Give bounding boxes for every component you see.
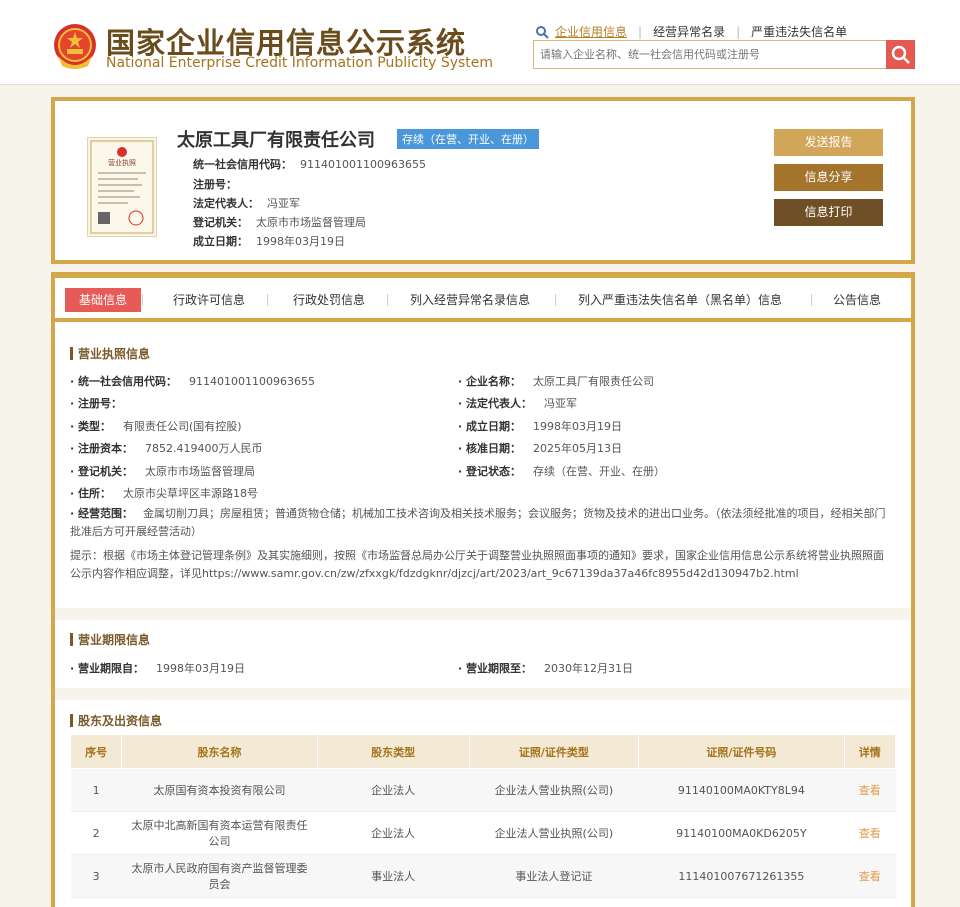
col-holder-type: 股东类型 [316, 734, 470, 769]
nav-separator: | [638, 24, 643, 39]
field-founded-date: · 成立日期： 1998年03月19日 [458, 420, 623, 433]
tab-bar: 基础信息 行政许可信息 行政处罚信息 列入经营异常名录信息 列入严重违法失信名单… [55, 278, 911, 322]
tab-admin-license[interactable]: 行政许可信息 [159, 288, 259, 312]
field-legal-rep: · 法定代表人： 冯亚军 [458, 397, 578, 410]
detail-panel: 基础信息 行政许可信息 行政处罚信息 列入经营异常名录信息 列入严重违法失信名单… [51, 272, 915, 907]
tab-separator [387, 294, 388, 306]
share-info-button[interactable]: 信息分享 [774, 164, 883, 191]
print-info-button[interactable]: 信息打印 [774, 199, 883, 226]
field-term-from: · 营业期限自： 1998年03月19日 [70, 662, 246, 675]
table-header-row: 序号 股东名称 股东类型 证照/证件类型 证照/证件号码 详情 [69, 734, 897, 769]
field-company-name: · 企业名称： 太原工具厂有限责任公司 [458, 375, 655, 388]
license-document-icon: 营业执照 [90, 140, 154, 234]
search-input[interactable] [533, 40, 887, 69]
field-reg-capital: · 注册资本： 7852.419400万人民币 [70, 442, 263, 455]
col-holder-name: 股东名称 [121, 734, 318, 769]
reg-number-row: 注册号： [193, 176, 245, 192]
field-approval-date: · 核准日期： 2025年05月13日 [458, 442, 623, 455]
search-icon [891, 45, 910, 64]
table-row: 1 太原国有资本投资有限公司 企业法人 企业法人营业执照(公司) 9114010… [70, 768, 896, 812]
section-marker [70, 714, 73, 727]
site-header: 国家企业信用信息公示系统 National Enterprise Credit … [0, 0, 960, 85]
reg-number-label: 注册号： [193, 178, 237, 191]
table-row: 2 太原中北高新国有资本运营有限责任公司 企业法人 企业法人营业执照(公司) 9… [70, 811, 896, 855]
nav-blacklist[interactable]: 严重违法失信名单 [751, 23, 847, 40]
legal-rep-label: 法定代表人： [193, 197, 259, 210]
credit-code-value: 911401001100963655 [300, 158, 426, 171]
business-license-thumbnail[interactable]: 营业执照 [87, 137, 157, 237]
field-term-to: · 营业期限至： 2030年12月31日 [458, 662, 634, 675]
shareholders-table: 序号 股东名称 股东类型 证照/证件类型 证照/证件号码 详情 1 太原国有资本… [69, 734, 897, 898]
field-reg-authority: · 登记机关： 太原市市场监督管理局 [70, 465, 256, 478]
credit-code-label: 统一社会信用代码： [193, 158, 292, 171]
founded-date-row: 成立日期： 1998年03月19日 [193, 233, 345, 249]
reg-authority-row: 登记机关： 太原市市场监督管理局 [193, 214, 366, 230]
view-details-link[interactable]: 查看 [844, 811, 896, 855]
section-marker [70, 347, 73, 360]
status-badge: 存续（在营、开业、在册） [397, 129, 539, 149]
tab-separator [555, 294, 556, 306]
search-icon [536, 25, 549, 39]
section-divider [55, 688, 911, 700]
term-section-title: 营业期限信息 [70, 631, 150, 648]
view-details-link[interactable]: 查看 [844, 768, 896, 812]
founded-date-label: 成立日期： [193, 235, 248, 248]
tab-abnormal-list[interactable]: 列入经营异常名录信息 [400, 288, 540, 312]
business-scope: · 经营范围： 金属切削刀具；房屋租赁；普通货物仓储；机械加工技术咨询及相关技术服… [70, 507, 886, 538]
license-section-title: 营业执照信息 [70, 345, 150, 362]
tab-separator [142, 294, 143, 306]
reg-authority-value: 太原市市场监督管理局 [256, 216, 366, 229]
legal-rep-row: 法定代表人： 冯亚军 [193, 195, 300, 211]
section-marker [70, 633, 73, 646]
credit-code-row: 统一社会信用代码： 911401001100963655 [193, 156, 426, 172]
legal-rep-value: 冯亚军 [267, 197, 300, 210]
col-cert-number: 证照/证件号码 [638, 734, 845, 769]
section-divider [55, 608, 911, 620]
tab-basic-info[interactable]: 基础信息 [65, 288, 141, 312]
tab-separator [811, 294, 812, 306]
view-details-link[interactable]: 查看 [844, 854, 896, 898]
company-summary-card: 营业执照 太原工具厂有限责任公司 存续（在营、开业、在册） 统一社会信用代码： 9… [51, 97, 915, 264]
search-button[interactable] [886, 40, 915, 69]
nav-abnormal-list[interactable]: 经营异常名录 [653, 23, 725, 40]
send-report-button[interactable]: 发送报告 [774, 129, 883, 156]
col-details: 详情 [843, 734, 897, 769]
col-index: 序号 [69, 734, 123, 769]
site-subtitle: National Enterprise Credit Information P… [106, 55, 494, 71]
notice-text: 提示：根据《市场主体登记管理条例》及其实施细则，按照《市场监督总局办公厅关于调整… [70, 549, 884, 580]
tab-blacklist[interactable]: 列入严重违法失信名单（黑名单）信息 [570, 288, 790, 312]
nav-separator: | [736, 24, 741, 39]
founded-date-value: 1998年03月19日 [256, 235, 345, 248]
col-cert-type: 证照/证件类型 [468, 734, 640, 769]
field-credit-code: · 统一社会信用代码： 911401001100963655 [70, 375, 315, 388]
license-thumbnail-title: 营业执照 [108, 158, 136, 167]
tab-separator [267, 294, 268, 306]
reg-authority-label: 登记机关： [193, 216, 248, 229]
nav-enterprise-credit[interactable]: 企业信用信息 [555, 23, 627, 40]
field-reg-number: · 注册号： [70, 397, 123, 410]
tab-announcements[interactable]: 公告信息 [823, 288, 891, 312]
field-reg-status: · 登记状态： 存续（在营、开业、在册） [458, 465, 666, 478]
company-name: 太原工具厂有限责任公司 [177, 130, 375, 151]
field-address: · 住所： 太原市尖草坪区丰源路18号 [70, 487, 259, 500]
tab-admin-penalty[interactable]: 行政处罚信息 [279, 288, 379, 312]
shareholders-section-title: 股东及出资信息 [70, 712, 162, 729]
national-emblem-icon [54, 24, 96, 69]
field-type: · 类型： 有限责任公司(国有控股) [70, 420, 242, 433]
top-nav: 企业信用信息 | 经营异常名录 | 严重违法失信名单 [535, 23, 847, 40]
table-row: 3 太原市人民政府国有资产监督管理委员会 事业法人 事业法人登记证 111401… [70, 854, 896, 898]
